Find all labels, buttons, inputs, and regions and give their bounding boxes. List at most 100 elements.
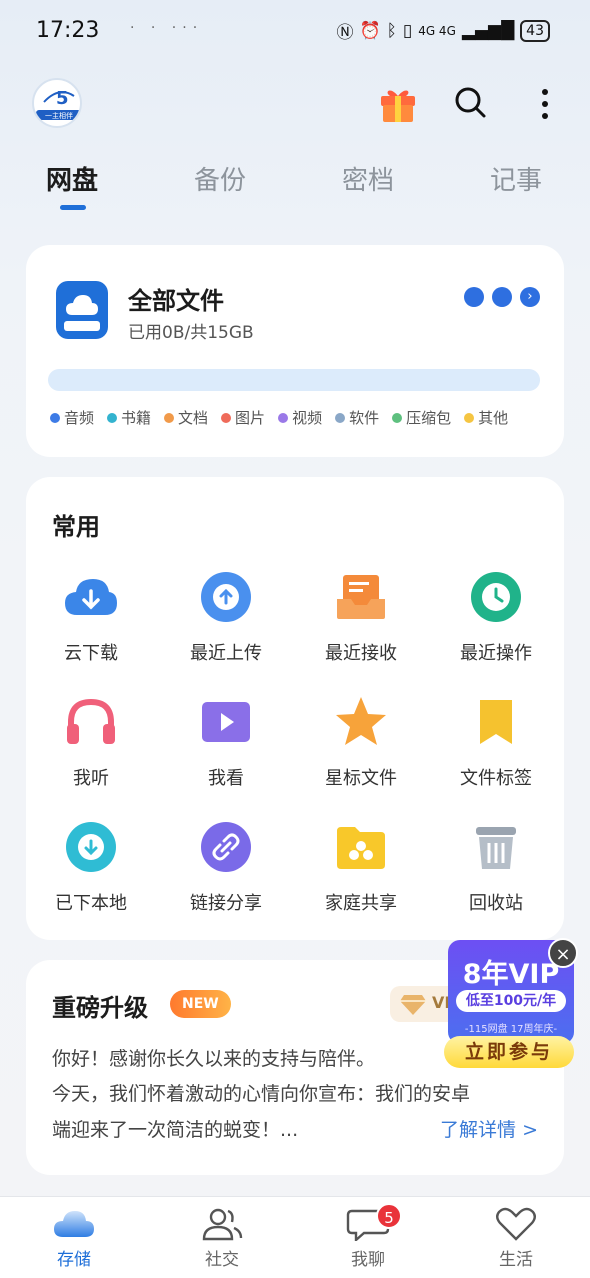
- legend-item: 图片: [221, 407, 265, 428]
- all-files-card[interactable]: 全部文件 已用0B/共15GB › 音频 书籍 文档 图片 视频 软件 压缩包 其他: [26, 245, 564, 457]
- common-item-label: 回收站: [469, 893, 523, 914]
- dot-icon: [492, 287, 512, 307]
- common-item[interactable]: 文件标签: [431, 694, 561, 790]
- cloud-icon: [54, 1211, 94, 1237]
- status-dots: · · ···: [130, 20, 204, 36]
- common-item-label: 我听: [73, 768, 109, 789]
- common-item-label: 最近上传: [190, 643, 262, 664]
- signal-icon: ▂▄▆█: [461, 20, 515, 41]
- learn-more-link[interactable]: 了解详情 >: [440, 1115, 538, 1142]
- legend-dot-icon: [50, 412, 60, 423]
- upgrade-text-line: 端迎来了一次简洁的蜕变！...: [52, 1119, 299, 1141]
- legend-label: 图片: [235, 409, 266, 427]
- more-menu-icon[interactable]: [530, 86, 560, 122]
- nav-chat[interactable]: 5 我聊: [318, 1203, 418, 1270]
- vip-promo-banner[interactable]: 8年VIP 低至100元/年 -115网盘 17周年庆- 立即参与 ×: [444, 938, 578, 1068]
- diamond-icon: [400, 995, 426, 1015]
- all-files-title: 全部文件: [128, 287, 224, 315]
- nav-label: 社交: [205, 1250, 239, 1270]
- tab-backup[interactable]: 备份: [194, 160, 246, 197]
- common-item-label: 最近操作: [460, 643, 532, 664]
- unread-badge: 5: [376, 1203, 402, 1229]
- legend-dot-icon: [464, 412, 475, 423]
- common-item[interactable]: 已下本地: [26, 819, 156, 915]
- bookmark-icon: [468, 694, 524, 750]
- common-item-label: 已下本地: [55, 893, 127, 914]
- file-type-legend: 音频 书籍 文档 图片 视频 软件 压缩包 其他: [50, 407, 540, 428]
- common-title: 常用: [52, 513, 100, 541]
- legend-dot-icon: [221, 412, 232, 423]
- logo-text: 一主相伴: [45, 111, 73, 120]
- legend-label: 音频: [64, 409, 95, 427]
- common-item[interactable]: 家庭共享: [296, 819, 426, 915]
- legend-item: 音频: [50, 407, 94, 428]
- nav-label: 存储: [57, 1250, 91, 1270]
- common-item[interactable]: 我听: [26, 694, 156, 790]
- cloud-download-icon: [63, 569, 119, 625]
- close-icon[interactable]: ×: [548, 938, 578, 968]
- search-icon[interactable]: [452, 84, 488, 120]
- common-item[interactable]: 回收站: [431, 819, 561, 915]
- legend-item: 其他: [464, 407, 508, 428]
- app-logo[interactable]: 5 一主相伴: [32, 78, 82, 128]
- common-item[interactable]: 我看: [161, 694, 291, 790]
- tab-secret[interactable]: 密档: [342, 160, 394, 197]
- headphones-icon: [63, 694, 119, 750]
- alarm-icon: ⏰: [359, 20, 381, 41]
- disk-icon: [56, 281, 108, 339]
- legend-dot-icon: [164, 412, 175, 423]
- legend-item: 书籍: [107, 407, 151, 428]
- tab-cloud-drive[interactable]: 网盘: [46, 160, 98, 197]
- upgrade-text-line: 你好！感谢你长久以来的支持与陪伴。: [52, 1048, 376, 1070]
- upload-icon: [198, 569, 254, 625]
- status-bar: 17:23 · · ··· Ⓝ ⏰ ᛒ ▯ 4G 4G ▂▄▆█ 43: [0, 0, 590, 66]
- common-item[interactable]: 星标文件: [296, 694, 426, 790]
- system-icons: Ⓝ ⏰ ᛒ ▯ 4G 4G ▂▄▆█ 43: [336, 18, 550, 43]
- nav-storage[interactable]: 存储: [24, 1207, 124, 1270]
- nav-label: 生活: [499, 1250, 533, 1270]
- legend-label: 压缩包: [406, 409, 452, 427]
- common-item-label: 星标文件: [325, 768, 397, 789]
- bottom-nav: 存储 社交 5 我聊 生活: [0, 1196, 590, 1278]
- bluetooth-icon: ᛒ: [386, 20, 397, 41]
- common-item-label: 云下载: [64, 643, 118, 664]
- upgrade-text-line: 今天，我们怀着激动的心情向你宣布：我们的安卓: [52, 1083, 471, 1105]
- common-card: 常用 云下载 最近上传 最近接收 最近操作我听 我看 星标文件 文件标签已下本地 链接分享 家庭…: [26, 477, 564, 940]
- promo-subtitle: -115网盘 17周年庆-: [464, 1024, 558, 1035]
- common-item[interactable]: 云下载: [26, 569, 156, 665]
- common-item[interactable]: 最近操作: [431, 569, 561, 665]
- common-item[interactable]: 链接分享: [161, 819, 291, 915]
- legend-dot-icon: [335, 412, 346, 423]
- history-icon: [468, 569, 524, 625]
- legend-dot-icon: [392, 412, 403, 423]
- common-item[interactable]: 最近接收: [296, 569, 426, 665]
- common-item-label: 我看: [208, 768, 244, 789]
- legend-dot-icon: [278, 412, 289, 423]
- logo-icon: 5 一主相伴: [36, 88, 80, 120]
- battery-icon: 43: [520, 19, 550, 42]
- nav-life[interactable]: 生活: [466, 1207, 566, 1270]
- legend-label: 其他: [478, 409, 509, 427]
- legend-label: 视频: [292, 409, 323, 427]
- star-icon: [333, 694, 389, 750]
- nav-label: 我聊: [351, 1250, 385, 1270]
- tab-notes[interactable]: 记事: [490, 160, 542, 197]
- storage-progress-bar: [48, 369, 540, 391]
- trash-icon: [468, 819, 524, 875]
- gift-icon[interactable]: [378, 84, 418, 124]
- video-play-icon: [198, 694, 254, 750]
- upgrade-title: 重磅升级: [52, 994, 148, 1022]
- heart-icon: [496, 1207, 536, 1241]
- nav-social[interactable]: 社交: [172, 1207, 272, 1270]
- status-time: 17:23: [36, 18, 100, 43]
- chevron-right-icon[interactable]: ›: [520, 287, 540, 307]
- download-icon: [63, 819, 119, 875]
- new-badge: NEW: [170, 990, 231, 1018]
- common-item[interactable]: 最近上传: [161, 569, 291, 665]
- legend-dot-icon: [107, 412, 118, 423]
- promo-join-button[interactable]: 立即参与: [444, 1036, 574, 1068]
- common-item-label: 最近接收: [325, 643, 397, 664]
- nfc-icon: Ⓝ: [336, 23, 354, 43]
- dot-icon: [464, 287, 484, 307]
- common-item-label: 链接分享: [190, 893, 262, 914]
